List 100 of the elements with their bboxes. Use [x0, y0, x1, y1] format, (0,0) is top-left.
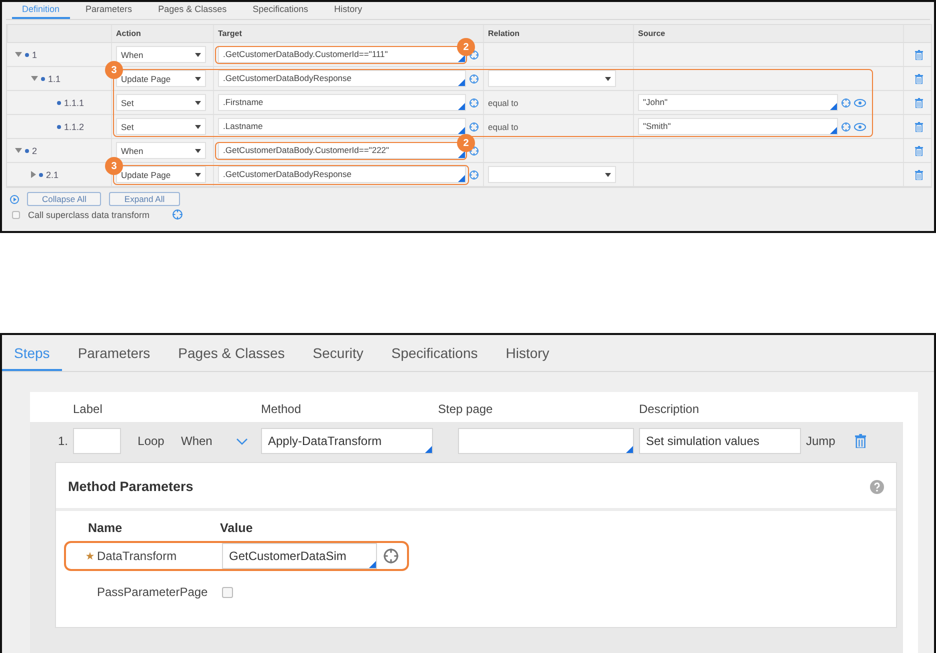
tree-button[interactable]: Expand All — [109, 192, 180, 206]
bullet-icon — [39, 172, 43, 176]
target-field[interactable]: .Firstname — [218, 94, 466, 111]
source-field[interactable]: "John" — [638, 94, 838, 111]
value-field[interactable]: GetCustomerDataSim — [222, 543, 377, 569]
tab[interactable]: History — [494, 335, 562, 371]
collapse-caret-icon[interactable] — [15, 148, 22, 153]
corner-marker-icon — [458, 79, 465, 86]
tab[interactable]: Parameters — [76, 2, 142, 19]
column-header: Source — [633, 25, 903, 42]
caret-icon — [195, 172, 201, 176]
trash-icon[interactable] — [914, 98, 922, 108]
collapse-caret-icon[interactable] — [15, 52, 22, 57]
corner-marker-icon — [830, 127, 837, 134]
loop-link[interactable]: Loop — [138, 434, 164, 448]
eye-icon[interactable] — [854, 122, 866, 130]
step-number: 1.1 — [48, 74, 61, 84]
crosshair-icon[interactable] — [172, 209, 183, 220]
action-select[interactable]: Set — [116, 94, 206, 111]
caret-icon — [195, 148, 201, 152]
source-field[interactable]: "Smith" — [638, 118, 838, 135]
callout-badge: 2 — [457, 134, 475, 152]
tab[interactable]: Parameters — [66, 335, 162, 371]
crosshair-icon[interactable] — [841, 122, 851, 132]
collapse-caret-icon[interactable] — [31, 76, 38, 81]
trash-icon[interactable] — [855, 434, 866, 448]
caret-icon — [195, 124, 201, 128]
tab[interactable]: Pages & Classes — [166, 335, 297, 371]
action-select[interactable]: Update Page — [116, 70, 206, 87]
corner-marker-icon — [458, 103, 465, 110]
corner-marker-icon — [458, 175, 465, 182]
expand-caret-icon[interactable] — [31, 171, 36, 178]
column-header: Description — [639, 402, 700, 416]
caret-icon — [195, 76, 201, 80]
checkbox[interactable] — [222, 586, 233, 598]
bullet-icon — [25, 52, 29, 56]
target-field[interactable]: .GetCustomerDataBodyResponse — [218, 166, 466, 183]
caret-icon — [195, 52, 201, 56]
section-title: Method Parameters — [68, 479, 194, 494]
corner-marker-icon — [458, 55, 465, 62]
crosshair-icon[interactable] — [469, 122, 479, 132]
callout-badge: 3 — [105, 157, 123, 175]
step-number: 1 — [32, 50, 38, 60]
tab[interactable]: Pages & Classes — [148, 2, 237, 19]
jump-link[interactable]: Jump — [806, 434, 850, 448]
crosshair-icon[interactable] — [469, 74, 479, 84]
chevron-down-icon[interactable] — [236, 438, 248, 444]
step-number: 1.1.1 — [64, 98, 84, 108]
crosshair-icon[interactable] — [383, 548, 399, 564]
bullet-icon — [25, 148, 29, 152]
when-link[interactable]: When — [181, 434, 231, 448]
tab[interactable]: History — [324, 2, 372, 19]
action-select[interactable]: When — [116, 142, 206, 159]
bullet-icon — [57, 124, 61, 128]
corner-marker-icon — [830, 103, 837, 110]
step-number: 2.1 — [46, 170, 59, 180]
trash-icon[interactable] — [914, 74, 922, 84]
crosshair-icon[interactable] — [841, 98, 851, 108]
step-number: 1. — [58, 434, 68, 448]
corner-marker-icon — [626, 446, 633, 453]
relation-text: equal to — [488, 98, 518, 108]
column-header: Value — [220, 521, 254, 535]
caret-icon — [605, 172, 611, 176]
eye-icon[interactable] — [854, 98, 866, 106]
trash-icon[interactable] — [914, 50, 922, 60]
help-icon[interactable] — [870, 480, 884, 494]
tab[interactable]: Specifications — [379, 335, 490, 371]
trash-icon[interactable] — [914, 170, 922, 180]
crosshair-icon[interactable] — [469, 50, 479, 60]
column-header: Method — [261, 402, 302, 416]
crosshair-icon[interactable] — [469, 146, 479, 156]
bullet-icon — [57, 100, 61, 104]
action-select[interactable]: Update Page — [116, 166, 206, 183]
corner-marker-icon — [458, 151, 465, 158]
checkbox-label: Call superclass data transform — [28, 210, 150, 220]
corner-marker-icon — [369, 561, 376, 568]
caret-icon — [195, 100, 201, 104]
action-select[interactable]: Set — [116, 118, 206, 135]
trash-icon[interactable] — [914, 146, 922, 156]
method-field[interactable]: Apply-DataTransform — [261, 428, 433, 454]
step-page-field[interactable] — [458, 428, 634, 454]
tab[interactable]: Security — [300, 335, 376, 371]
column-header: Action — [111, 25, 213, 42]
target-field[interactable]: .GetCustomerDataBodyResponse — [218, 70, 466, 87]
description-field[interactable]: Set simulation values — [639, 428, 801, 454]
action-select[interactable]: When — [116, 46, 206, 63]
label-field[interactable] — [73, 428, 121, 454]
column-header: Name — [87, 521, 124, 535]
trash-icon[interactable] — [914, 122, 922, 132]
target-field[interactable]: .Lastname — [218, 118, 466, 135]
relation-text: equal to — [488, 122, 518, 132]
step-number: 1.1.2 — [64, 122, 84, 132]
tree-button[interactable]: Collapse All — [27, 192, 102, 206]
column-header: Relation — [483, 25, 633, 42]
checkbox[interactable] — [12, 211, 20, 219]
crosshair-icon[interactable] — [469, 170, 479, 180]
step-number: 2 — [32, 146, 38, 156]
tab[interactable]: Specifications — [242, 2, 318, 19]
crosshair-icon[interactable] — [469, 98, 479, 108]
parameter-name: DataTransform — [97, 549, 177, 563]
